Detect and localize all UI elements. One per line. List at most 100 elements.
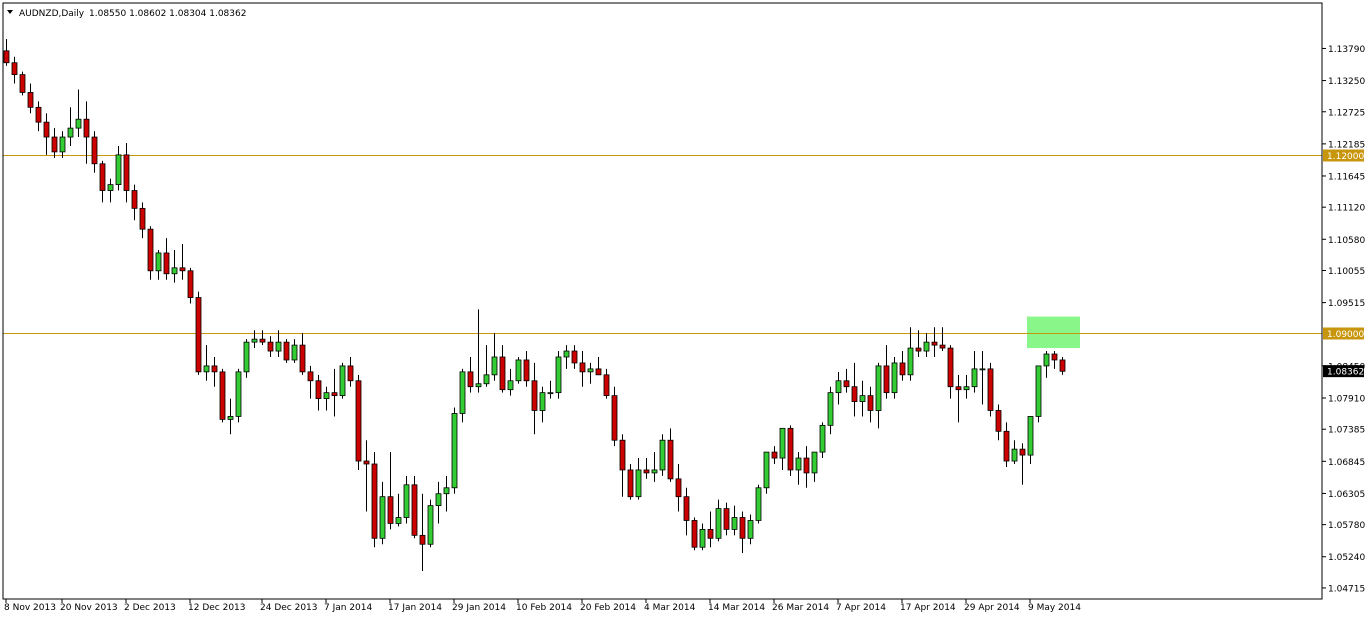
candle-body[interactable] [11, 62, 18, 76]
candle-body[interactable] [715, 508, 722, 539]
candle-body[interactable] [691, 520, 698, 548]
candle-body[interactable] [219, 371, 226, 420]
candle-body[interactable] [811, 451, 818, 474]
candle-body[interactable] [1011, 448, 1018, 462]
candle-body[interactable] [443, 487, 450, 495]
candle-body[interactable] [435, 493, 442, 507]
candle-body[interactable] [843, 380, 850, 388]
candle-body[interactable] [787, 427, 794, 471]
candle-body[interactable] [459, 371, 466, 414]
candle-body[interactable] [163, 252, 170, 275]
candle-body[interactable] [1019, 448, 1026, 456]
candle-body[interactable] [979, 368, 986, 371]
candle-body[interactable] [539, 392, 546, 411]
candle-body[interactable] [427, 505, 434, 545]
candle-body[interactable] [995, 410, 1002, 432]
candle-body[interactable] [83, 118, 90, 138]
candle-body[interactable] [699, 528, 706, 548]
candle-body[interactable] [483, 374, 490, 385]
candle-body[interactable] [251, 338, 258, 343]
candle-body[interactable] [499, 356, 506, 391]
candle-body[interactable] [355, 380, 362, 462]
candle-body[interactable] [971, 368, 978, 388]
candle-body[interactable] [611, 395, 618, 441]
candle-body[interactable] [651, 469, 658, 474]
candle-body[interactable] [947, 347, 954, 388]
candle-body[interactable] [187, 270, 194, 298]
candle-body[interactable] [323, 392, 330, 400]
candle-body[interactable] [635, 469, 642, 498]
candle-body[interactable] [707, 528, 714, 539]
candle-body[interactable] [523, 359, 530, 382]
candle-body[interactable] [771, 451, 778, 459]
candle-body[interactable] [139, 207, 146, 230]
candle-body[interactable] [883, 365, 890, 394]
candle-body[interactable] [227, 416, 234, 420]
candle-body[interactable] [595, 368, 602, 376]
candle-body[interactable] [627, 469, 634, 498]
candle-body[interactable] [411, 484, 418, 536]
candle-body[interactable] [19, 74, 26, 93]
candle-body[interactable] [1035, 365, 1042, 417]
candle-body[interactable] [371, 463, 378, 539]
candle-body[interactable] [475, 383, 482, 388]
candle-body[interactable] [899, 362, 906, 376]
price-chart[interactable]: 1.12000 1.09000 1.13790 1.13250 1.12725 1.121… [0, 0, 1366, 618]
candle-body[interactable] [299, 344, 306, 373]
candle-body[interactable] [763, 451, 770, 489]
candle-body[interactable] [379, 496, 386, 539]
candle-body[interactable] [91, 136, 98, 165]
candle-body[interactable] [243, 341, 250, 373]
candle-body[interactable] [739, 517, 746, 539]
candle-body[interactable] [1003, 430, 1010, 462]
candle-body[interactable] [35, 106, 42, 123]
candle-body[interactable] [587, 368, 594, 373]
candle-body[interactable] [891, 362, 898, 394]
candle-body[interactable] [723, 508, 730, 530]
candle-body[interactable] [363, 460, 370, 465]
candle-body[interactable] [643, 469, 650, 474]
candle-body[interactable] [731, 517, 738, 530]
candle-body[interactable] [195, 297, 202, 373]
candle-body[interactable] [403, 484, 410, 518]
candle-body[interactable] [819, 424, 826, 453]
candle-body[interactable] [203, 365, 210, 373]
candle-body[interactable] [235, 371, 242, 417]
candle-body[interactable] [1027, 416, 1034, 456]
candle-body[interactable] [43, 121, 50, 138]
candle-body[interactable] [747, 520, 754, 539]
candle-body[interactable] [515, 359, 522, 382]
candle-body[interactable] [1051, 353, 1058, 361]
candle-body[interactable] [387, 496, 394, 524]
candle-body[interactable] [907, 347, 914, 376]
candle-body[interactable] [347, 365, 354, 382]
candle-body[interactable] [867, 395, 874, 411]
candle-body[interactable] [419, 534, 426, 545]
candle-body[interactable] [571, 350, 578, 364]
candle-body[interactable] [315, 380, 322, 400]
candle-body[interactable] [827, 392, 834, 426]
candle-body[interactable] [147, 228, 154, 272]
candle-body[interactable] [579, 362, 586, 373]
candle-body[interactable] [667, 439, 674, 480]
candle-body[interactable] [531, 380, 538, 411]
candle-body[interactable] [339, 365, 346, 397]
candle-body[interactable] [963, 386, 970, 391]
candle-body[interactable] [547, 392, 554, 395]
candle-body[interactable] [491, 356, 498, 376]
candle-body[interactable] [107, 184, 114, 191]
candle-body[interactable] [931, 341, 938, 346]
candle-body[interactable] [171, 267, 178, 275]
candle-body[interactable] [755, 487, 762, 521]
candle-body[interactable] [331, 392, 338, 397]
candle-body[interactable] [451, 413, 458, 489]
candle-body[interactable] [795, 457, 802, 471]
candle-body[interactable] [275, 341, 282, 352]
candle-body[interactable] [3, 50, 10, 64]
candle-body[interactable] [779, 427, 786, 459]
candle-body[interactable] [619, 439, 626, 471]
candle-body[interactable] [179, 267, 186, 272]
candle-body[interactable] [291, 344, 298, 361]
candle-body[interactable] [75, 118, 82, 129]
candle-body[interactable] [987, 368, 994, 411]
